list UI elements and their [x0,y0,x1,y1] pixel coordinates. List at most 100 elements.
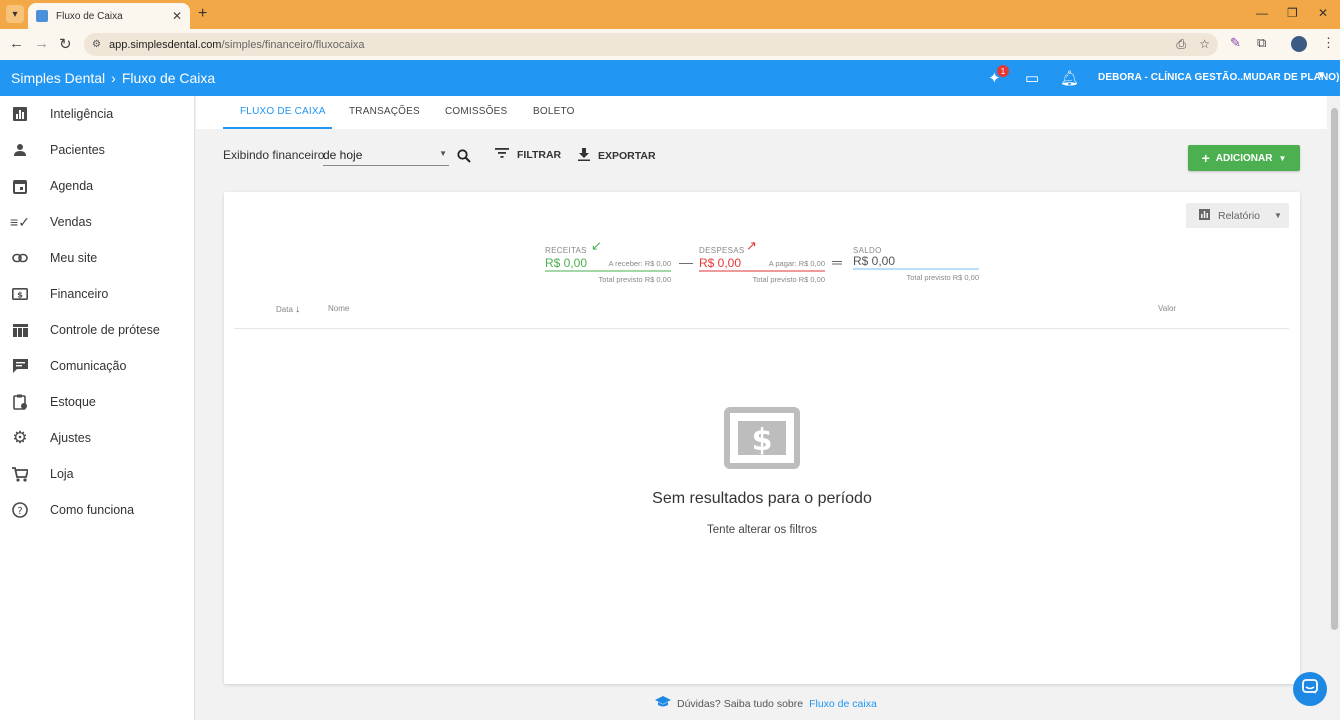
page-title: Fluxo de Caixa [121,70,216,86]
period-select[interactable]: de hoje ▼ [323,145,449,166]
sidebar-item-pacientes[interactable]: Pacientes [0,132,195,168]
report-button-label: Relatório [1218,209,1261,222]
restore-icon[interactable]: ❐ [1287,6,1298,20]
despesas-value: R$ 0,00 [699,256,742,270]
sidebar-item-label: Ajustes [50,431,91,445]
profile-avatar[interactable] [1291,36,1307,52]
despesas-bar [699,270,825,272]
graduation-cap-icon [655,696,671,711]
search-icon[interactable] [457,149,471,168]
chat-bubble-icon [1302,678,1318,700]
sidebar-item-controle-protese[interactable]: Controle de prótese [0,312,195,348]
install-icon[interactable]: ⎙ [1176,37,1186,52]
column-valor[interactable]: Valor [1158,304,1176,313]
close-tab-icon[interactable]: ✕ [172,9,182,23]
app-name[interactable]: Simples Dental [11,70,105,86]
sidebar-item-label: Agenda [50,179,94,193]
browser-tabstrip: ▾ Fluxo de Caixa ✕ + — ❐ ✕ [0,0,1340,29]
browser-tab[interactable]: Fluxo de Caixa ✕ [28,3,190,29]
inbox-icon[interactable]: ▭ [1025,69,1039,87]
cart-icon [11,465,29,483]
summary-saldo: SALDO R$ 0,00 Total previsto R$ 0,00 [853,240,979,282]
forward-icon[interactable]: → [34,35,49,52]
report-button[interactable]: Relatório ▼ [1186,203,1289,228]
sidebar-item-agenda[interactable]: Agenda [0,168,195,204]
receitas-a-receber: A receber: R$ 0,00 [608,259,671,268]
breadcrumb: Simples Dental › Fluxo de Caixa [11,70,215,86]
active-tab-indicator [223,127,332,129]
scrollbar-thumb[interactable] [1331,108,1338,630]
sidebar-item-meu-site[interactable]: Meu site [0,240,195,276]
bookmark-star-icon[interactable]: ☆ [1199,37,1210,51]
money-icon: $ [724,407,800,474]
plus-icon: + [1201,150,1210,166]
sidebar-item-label: Comunicação [50,359,127,373]
table-icon [11,321,29,339]
sidebar-item-label: Meu site [50,251,98,265]
filter-label: Exibindo financeiro [223,148,325,162]
sidebar-item-financeiro[interactable]: $ Financeiro [0,276,195,312]
receitas-total-previsto: Total previsto R$ 0,00 [598,275,671,284]
sidebar-item-estoque[interactable]: Estoque [0,384,195,420]
extensions-icon[interactable]: ⧉ [1257,35,1266,51]
tab-boleto[interactable]: BOLETO [533,106,575,117]
caret-down-icon: ▼ [439,149,447,158]
help-link[interactable]: Fluxo de caixa [809,698,877,710]
window-close-icon[interactable]: ✕ [1318,6,1328,20]
arrow-up-right-icon: ↗ [746,238,757,253]
period-value: de hoje [323,148,363,162]
sidebar-item-label: Estoque [50,395,96,409]
caret-down-icon: ▼ [1274,211,1282,220]
despesas-total-previsto: Total previsto R$ 0,00 [752,275,825,284]
export-button[interactable]: EXPORTAR [578,148,656,164]
add-button[interactable]: + ADICIONAR ▼ [1188,145,1300,171]
column-nome[interactable]: Nome [328,304,349,313]
filter-button[interactable]: FILTRAR [495,148,561,161]
sidebar-item-inteligencia[interactable]: Inteligência [0,96,195,132]
address-bar[interactable]: ⚙ app.simplesdental.com/simples/financei… [84,33,1218,56]
saldo-value: R$ 0,00 [853,254,896,268]
column-data[interactable]: Data ↓ [276,304,300,315]
sort-arrow-down-icon[interactable]: ↓ [295,304,300,315]
help-icon: ? [11,501,29,519]
browser-toolbar: ← → ↻ ⚙ app.simplesdental.com/simples/fi… [0,29,1340,60]
tab-search-icon[interactable]: ▾ [6,5,24,23]
sidebar: Inteligência Pacientes Agenda ≡✓ Vendas … [0,96,195,720]
despesas-a-pagar: A pagar: R$ 0,00 [768,259,825,268]
new-tab-icon[interactable]: + [198,5,207,23]
sidebar-item-vendas[interactable]: ≡✓ Vendas [0,204,195,240]
help-footer: Dúvidas? Saiba tudo sobre Fluxo de caixa [655,696,877,711]
sidebar-item-label: Financeiro [50,287,109,301]
bell-icon[interactable]: 🔔︎ [1060,69,1079,87]
caret-down-icon[interactable]: ▼ [1316,70,1326,81]
summary-receitas: RECEITAS ↙ R$ 0,00 A receber: R$ 0,00 To… [545,238,671,284]
notification-badge: 1 [997,65,1009,77]
link-icon [11,249,29,267]
sidebar-item-label: Loja [50,467,74,481]
tab-comissoes[interactable]: COMISSÕES [445,106,507,117]
app-header: Simples Dental › Fluxo de Caixa ✦ 1 ▭ 🔔︎… [0,60,1340,96]
browser-tab-title: Fluxo de Caixa [56,10,123,22]
gear-icon: ⚙ [12,428,28,447]
add-button-label: ADICIONAR [1215,152,1273,164]
back-icon[interactable]: ← [9,35,24,52]
filter-icon [495,148,509,161]
browser-menu-icon[interactable]: ⋮ [1322,35,1335,51]
download-icon [578,148,590,164]
minimize-icon[interactable]: — [1256,6,1268,20]
sidebar-item-comunicacao[interactable]: Comunicação [0,348,195,384]
user-menu[interactable]: DEBORA - CLÍNICA GESTÃO..MUDAR DE PLANO) [1098,72,1340,83]
reload-icon[interactable]: ↻ [59,35,72,53]
sidebar-item-label: Vendas [50,215,92,229]
extension-pen-icon[interactable]: ✎ [1230,35,1241,51]
equals-operator: ═ [832,254,842,270]
money-icon: $ [11,285,29,303]
sidebar-item-loja[interactable]: Loja [0,456,195,492]
site-settings-icon[interactable]: ⚙ [92,39,101,50]
chat-support-button[interactable] [1293,672,1327,706]
sidebar-item-ajustes[interactable]: ⚙ Ajustes [0,420,195,456]
tab-transacoes[interactable]: TRANSAÇÕES [349,106,420,117]
tab-fluxo-de-caixa[interactable]: FLUXO DE CAIXA [240,106,326,117]
sidebar-item-como-funciona[interactable]: ? Como funciona [0,492,195,528]
caret-down-icon: ▼ [1278,153,1287,163]
